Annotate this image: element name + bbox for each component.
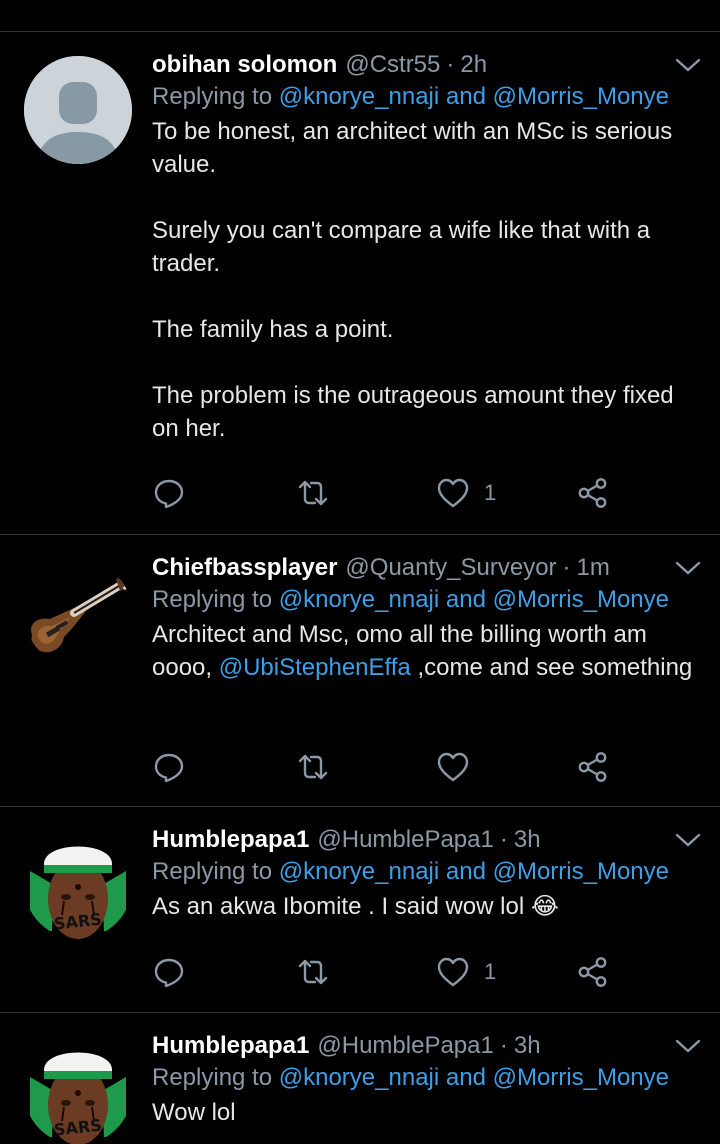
mention-link[interactable]: @knorye_nnaji: [279, 1064, 439, 1091]
mention-link[interactable]: @Morris_Monye: [493, 1064, 669, 1091]
heart-icon: [437, 478, 469, 508]
reply-and[interactable]: and: [446, 858, 486, 885]
chevron-down-icon[interactable]: [674, 830, 702, 850]
separator-dot: ·: [499, 826, 508, 853]
user-handle[interactable]: @Cstr55: [345, 49, 440, 81]
avatar[interactable]: SARS: [24, 831, 132, 939]
tweet-card[interactable]: SARS Humblepapa1 @HumblePapa1 · 3h Reply…: [0, 807, 720, 1013]
tweet-paragraph: To be honest, an architect with an MSc i…: [152, 118, 673, 178]
tweet-card[interactable]: SARS Humblepapa1 @HumblePapa1 · 3h Reply…: [0, 1013, 720, 1144]
tweet-text-part: ,come and see something: [410, 654, 693, 681]
heart-icon: [437, 752, 469, 782]
timestamp[interactable]: 3h: [514, 824, 541, 856]
user-handle[interactable]: @HumblePapa1: [317, 1030, 493, 1062]
tweet-header: obihan solomon @Cstr55 · 2h: [152, 49, 702, 81]
tweet-header: Humblepapa1 @HumblePapa1 · 3h: [152, 1030, 702, 1062]
mention-link[interactable]: @Morris_Monye: [493, 858, 669, 885]
display-name[interactable]: Humblepapa1: [152, 824, 309, 856]
avatar[interactable]: [24, 56, 132, 164]
avatar[interactable]: SARS: [24, 1037, 132, 1144]
retweet-icon: [298, 754, 328, 780]
like-button[interactable]: 1: [436, 473, 496, 513]
like-count: 1: [484, 959, 497, 984]
retweet-button[interactable]: [296, 473, 330, 513]
user-handle[interactable]: @HumblePapa1: [317, 824, 493, 856]
replying-to: Replying to @knorye_nnaji and @Morris_Mo…: [152, 856, 702, 888]
share-button[interactable]: [576, 747, 610, 787]
replying-to-label: Replying to: [152, 1064, 273, 1091]
tweet-card[interactable]: Chiefbassplayer @Quanty_Surveyor · 1m Re…: [0, 535, 720, 807]
reply-and[interactable]: and: [446, 83, 486, 110]
timestamp[interactable]: 1m: [577, 552, 610, 584]
tweet-text: Architect and Msc, omo all the billing w…: [152, 618, 702, 684]
display-name[interactable]: Chiefbassplayer: [152, 552, 337, 584]
replying-to-label: Replying to: [152, 858, 273, 885]
tweet-feed: obihan solomon @Cstr55 · 2h Replying to …: [0, 0, 720, 1144]
timestamp[interactable]: 3h: [514, 1030, 541, 1062]
laughing-emoji: 😂: [530, 893, 559, 920]
chevron-down-icon[interactable]: [674, 55, 702, 75]
reply-button[interactable]: [152, 952, 186, 992]
mention-link[interactable]: @knorye_nnaji: [279, 858, 439, 885]
replying-to-label: Replying to: [152, 586, 273, 613]
tweet-header: Humblepapa1 @HumblePapa1 · 3h: [152, 824, 702, 856]
action-bar: 1: [152, 952, 622, 992]
like-count: 1: [484, 480, 497, 505]
action-bar: 1: [152, 473, 622, 513]
replying-to: Replying to @knorye_nnaji and @Morris_Mo…: [152, 584, 702, 616]
mention-link[interactable]: @Morris_Monye: [493, 83, 669, 110]
like-button[interactable]: 1: [436, 952, 496, 992]
replying-to: Replying to @knorye_nnaji and @Morris_Mo…: [152, 81, 702, 113]
bass-guitar-icon: [24, 559, 132, 667]
mention-link[interactable]: @knorye_nnaji: [279, 586, 439, 613]
reply-and[interactable]: and: [446, 586, 486, 613]
display-name[interactable]: Humblepapa1: [152, 1030, 309, 1062]
share-icon: [578, 752, 607, 782]
like-button[interactable]: [436, 747, 484, 787]
replying-to-label: Replying to: [152, 83, 273, 110]
retweet-icon: [298, 480, 328, 506]
chevron-down-icon[interactable]: [674, 558, 702, 578]
tweet-text: As an akwa Ibomite . I said wow lol 😂: [152, 890, 702, 923]
mention-link[interactable]: @UbiStephenEffa: [219, 654, 411, 681]
retweet-icon: [298, 959, 328, 985]
retweet-button[interactable]: [296, 952, 330, 992]
tweet-card[interactable]: obihan solomon @Cstr55 · 2h Replying to …: [0, 32, 720, 535]
tweet-paragraph: The family has a point.: [152, 316, 394, 343]
reply-button[interactable]: [152, 473, 186, 513]
tweet-header: Chiefbassplayer @Quanty_Surveyor · 1m: [152, 552, 702, 584]
reply-icon: [154, 753, 184, 783]
reply-icon: [154, 479, 184, 509]
default-profile-icon: [24, 56, 132, 164]
timestamp[interactable]: 2h: [460, 49, 487, 81]
separator-dot: ·: [562, 554, 571, 581]
avatar[interactable]: [24, 559, 132, 667]
tweet-text-part: Wow lol: [152, 1099, 236, 1126]
display-name[interactable]: obihan solomon: [152, 49, 337, 81]
mention-link[interactable]: @knorye_nnaji: [279, 83, 439, 110]
share-button[interactable]: [576, 473, 610, 513]
separator-dot: ·: [446, 51, 455, 78]
reply-button[interactable]: [152, 747, 186, 787]
separator-dot: ·: [499, 1032, 508, 1059]
mention-link[interactable]: @Morris_Monye: [493, 586, 669, 613]
share-icon: [578, 957, 607, 987]
heart-icon: [437, 957, 469, 987]
tweet-text-part: As an akwa Ibomite . I said wow lol: [152, 893, 525, 920]
reply-and[interactable]: and: [446, 1064, 486, 1091]
share-icon: [578, 478, 607, 508]
user-handle[interactable]: @Quanty_Surveyor: [345, 552, 556, 584]
endsars-portrait-icon: SARS: [24, 831, 132, 939]
replying-to: Replying to @knorye_nnaji and @Morris_Mo…: [152, 1062, 702, 1094]
tweet-paragraph: Surely you can't compare a wife like tha…: [152, 217, 651, 277]
tweet-text: To be honest, an architect with an MSc i…: [152, 115, 702, 445]
share-button[interactable]: [576, 952, 610, 992]
endsars-portrait-icon: SARS: [24, 1037, 132, 1144]
tweet-text: Wow lol: [152, 1096, 702, 1129]
retweet-button[interactable]: [296, 747, 330, 787]
chevron-down-icon[interactable]: [674, 1036, 702, 1056]
action-bar: [152, 747, 622, 787]
reply-icon: [154, 958, 184, 988]
tweet-paragraph: The problem is the outrageous amount the…: [152, 382, 674, 442]
